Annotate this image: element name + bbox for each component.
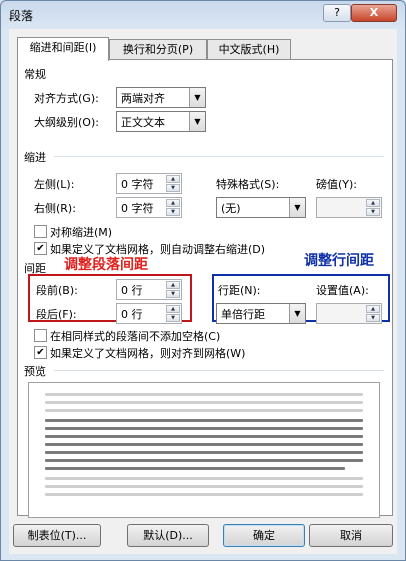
space-before-label: 段前(B): (36, 284, 78, 297)
special-indent-label: 特殊格式(S): (216, 178, 280, 191)
spin-down-icon[interactable]: ▼ (366, 208, 380, 216)
line-spacing-select[interactable]: 单倍行距 ▼ (216, 303, 306, 324)
tab-panel: 常规 对齐方式(G): 两端对齐 ▼ 大纲级别(O): 正文文本 ▼ 缩进 左侧… (17, 59, 393, 518)
tab-indent-spacing[interactable]: 缩进和间距(I) (17, 37, 109, 61)
preview-line (45, 443, 363, 446)
indent-by-label: 磅值(Y): (316, 178, 358, 191)
tab-line-page-breaks[interactable]: 换行和分页(P) (109, 39, 207, 60)
preview-line (45, 485, 363, 488)
space-after-spinner[interactable]: 0 行 ▲ ▼ (116, 303, 182, 324)
paragraph-dialog: 段落 ? X 缩进和间距(I) 换行和分页(P) 中文版式(H) 常规 对齐方式… (0, 0, 406, 561)
mirror-indents-label: 对称缩进(M) (50, 226, 113, 239)
chevron-down-icon: ▼ (289, 198, 305, 217)
preview-line (45, 467, 345, 470)
space-before-spinner[interactable]: 0 行 ▲ ▼ (116, 279, 182, 300)
chevron-down-icon: ▼ (289, 304, 305, 323)
section-general: 常规 (24, 68, 46, 81)
preview-line (45, 459, 363, 462)
spin-up-icon[interactable]: ▲ (166, 281, 180, 289)
line-spacing-label: 行距(N): (218, 284, 261, 297)
close-button[interactable]: X (351, 4, 397, 22)
set-default-button[interactable]: 默认(D)... (127, 524, 209, 547)
window-title: 段落 (9, 9, 34, 23)
preview-line (45, 477, 363, 480)
spin-up-icon[interactable]: ▲ (366, 199, 380, 207)
dialog-client: 缩进和间距(I) 换行和分页(P) 中文版式(H) 常规 对齐方式(G): 两端… (9, 29, 397, 554)
preview-line (45, 409, 363, 412)
chevron-down-icon: ▼ (189, 112, 205, 131)
snap-to-grid-checkbox[interactable]: ✔ (34, 346, 47, 359)
left-indent-spinner[interactable]: 0 字符 ▲ ▼ (116, 173, 182, 194)
annotation-paragraph-spacing: 调整段落间距 (64, 257, 148, 273)
spin-down-icon[interactable]: ▼ (166, 290, 180, 298)
section-preview: 预览 (24, 365, 46, 378)
preview-line (45, 419, 363, 422)
preview-line (45, 435, 363, 438)
no-space-same-style-checkbox[interactable] (34, 329, 47, 342)
preview-line (45, 427, 363, 430)
spin-up-icon[interactable]: ▲ (166, 199, 180, 207)
alignment-select[interactable]: 两端对齐 ▼ (116, 87, 206, 108)
section-indent: 缩进 (24, 151, 46, 164)
spin-up-icon[interactable]: ▲ (166, 305, 180, 313)
tab-stops-button[interactable]: 制表位(T)... (13, 524, 101, 547)
spin-down-icon[interactable]: ▼ (166, 208, 180, 216)
spin-down-icon[interactable]: ▼ (366, 314, 380, 322)
line-spacing-at-label: 设置值(A): (316, 284, 369, 297)
indent-by-spinner[interactable]: ▲ ▼ (316, 197, 382, 218)
right-indent-spinner[interactable]: 0 字符 ▲ ▼ (116, 197, 182, 218)
annotation-line-spacing: 调整行间距 (304, 253, 374, 269)
ok-button[interactable]: 确定 (223, 524, 305, 547)
help-button[interactable]: ? (323, 4, 351, 22)
section-divider (54, 370, 384, 371)
mirror-indents-checkbox[interactable] (34, 225, 47, 238)
cancel-button[interactable]: 取消 (309, 524, 393, 547)
snap-to-grid-label: 如果定义了文档网格，则对齐到网格(W) (50, 347, 246, 360)
alignment-label: 对齐方式(G): (34, 92, 99, 105)
line-spacing-at-spinner[interactable]: ▲ ▼ (316, 303, 382, 324)
spin-up-icon[interactable]: ▲ (366, 305, 380, 313)
preview-line (45, 451, 363, 454)
special-indent-select[interactable]: (无) ▼ (216, 197, 306, 218)
left-indent-label: 左侧(L): (34, 178, 75, 191)
outline-level-label: 大纲级别(O): (34, 116, 99, 129)
no-space-same-style-label: 在相同样式的段落间不添加空格(C) (50, 330, 221, 343)
paragraph-preview (28, 382, 380, 518)
tab-asian-typography[interactable]: 中文版式(H) (207, 39, 291, 60)
space-after-label: 段后(F): (36, 308, 77, 321)
spin-down-icon[interactable]: ▼ (166, 184, 180, 192)
auto-right-indent-checkbox[interactable]: ✔ (34, 242, 47, 255)
outline-level-select[interactable]: 正文文本 ▼ (116, 111, 206, 132)
section-divider (54, 156, 384, 157)
preview-line (45, 393, 363, 396)
chevron-down-icon: ▼ (189, 88, 205, 107)
spin-up-icon[interactable]: ▲ (166, 175, 180, 183)
preview-line (45, 401, 363, 404)
preview-line (45, 493, 363, 496)
right-indent-label: 右侧(R): (34, 202, 76, 215)
spin-down-icon[interactable]: ▼ (166, 314, 180, 322)
